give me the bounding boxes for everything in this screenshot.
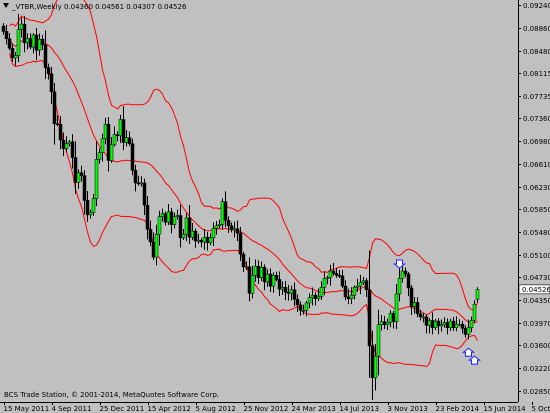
- chart-window[interactable]: 0.09240 0.08860 0.08480 0.08115 0.07735 0.073…: [0, 0, 550, 413]
- y-tick-label: 0.09240: [523, 2, 550, 10]
- x-tick-label: 15 Apr 2012: [148, 405, 191, 413]
- y-tick-label: 0.05850: [523, 206, 550, 214]
- y-tick-label: 0.05480: [523, 229, 550, 237]
- svg-text:0.04526: 0.04526: [522, 286, 550, 294]
- price-chart[interactable]: 0.09240 0.08860 0.08480 0.08115 0.07735 0.073…: [0, 0, 550, 413]
- y-axis: 0.09240 0.08860 0.08480 0.08115 0.07735 0.073…: [518, 2, 550, 396]
- x-tick-label: 5 Aug 2012: [196, 405, 236, 413]
- y-tick-label: 0.06980: [523, 138, 550, 146]
- header: _VTBR,Weekly 0.04360 0.04561 0.04307 0.0…: [3, 3, 187, 11]
- x-tick-label: 23 Feb 2014: [436, 405, 480, 413]
- y-tick-label: 0.06610: [523, 161, 550, 169]
- x-tick-label: 3 Nov 2013: [388, 405, 428, 413]
- y-tick-label: 0.08860: [523, 25, 550, 33]
- candle: [130, 138, 135, 176]
- y-tick-label: 0.05100: [523, 252, 550, 260]
- y-tick-label: 0.04730: [523, 274, 550, 282]
- x-tick-label: 24 Mar 2013: [292, 405, 336, 413]
- x-tick-label: 15 Jun 2014: [484, 405, 527, 413]
- y-tick-label: 0.03600: [523, 342, 550, 350]
- y-tick-label: 0.07360: [523, 115, 550, 123]
- y-tick-label: 0.03220: [523, 365, 550, 373]
- x-tick-label: 14 Jul 2013: [340, 405, 380, 413]
- x-tick-label: 25 Dec 2011: [100, 405, 145, 413]
- current-price-tag: 0.04526: [518, 284, 550, 295]
- x-tick-label: 5 Oct 2014: [532, 405, 550, 413]
- y-tick-label: 0.08115: [523, 70, 550, 78]
- y-tick-label: 0.02850: [523, 388, 550, 396]
- y-tick-label: 0.03970: [523, 320, 550, 328]
- x-tick-label: 25 Nov 2012: [244, 405, 289, 413]
- plot-area[interactable]: [0, 0, 518, 402]
- copyright-text: BCS Trade Station, © 2001-2014, MetaQuot…: [4, 391, 219, 399]
- x-tick-label: 4 Sep 2011: [52, 405, 92, 413]
- y-tick-label: 0.07735: [523, 93, 550, 101]
- y-tick-label: 0.06230: [523, 184, 550, 192]
- y-tick-label: 0.04350: [523, 297, 550, 305]
- symbol-header: _VTBR,Weekly 0.04360 0.04561 0.04307 0.0…: [11, 3, 187, 11]
- y-tick-label: 0.08480: [523, 48, 550, 56]
- x-tick-label: 15 May 2011: [4, 405, 50, 413]
- x-axis: 15 May 2011 4 Sep 2011 25 Dec 2011 15 Apr 2…: [4, 402, 550, 413]
